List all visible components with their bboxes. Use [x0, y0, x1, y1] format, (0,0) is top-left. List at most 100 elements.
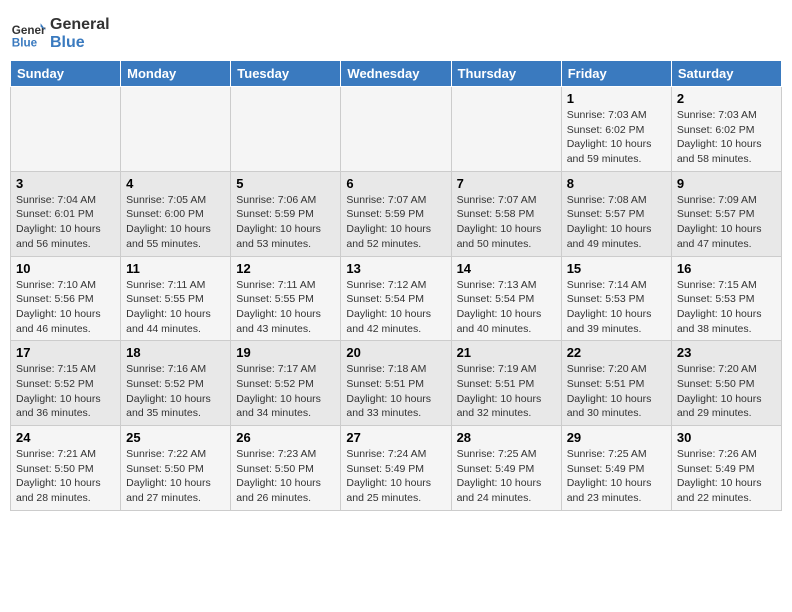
week-row-3: 10 Sunrise: 7:10 AM Sunset: 5:56 PM Dayli…	[11, 256, 782, 341]
day-info: Sunrise: 7:07 AM Sunset: 5:58 PM Dayligh…	[457, 193, 556, 252]
day-number: 12	[236, 261, 335, 276]
logo-icon: General Blue	[10, 16, 46, 52]
empty-cell	[451, 87, 561, 172]
week-row-5: 24 Sunrise: 7:21 AM Sunset: 5:50 PM Dayli…	[11, 426, 782, 511]
day-info: Sunrise: 7:04 AM Sunset: 6:01 PM Dayligh…	[16, 193, 115, 252]
day-info: Sunrise: 7:26 AM Sunset: 5:49 PM Dayligh…	[677, 447, 776, 506]
svg-text:Blue: Blue	[12, 37, 38, 50]
day-cell-24: 24 Sunrise: 7:21 AM Sunset: 5:50 PM Dayli…	[11, 426, 121, 511]
day-cell-16: 16 Sunrise: 7:15 AM Sunset: 5:53 PM Dayli…	[671, 256, 781, 341]
day-cell-6: 6Sunrise: 7:07 AM Sunset: 5:59 PM Daylig…	[341, 171, 451, 256]
day-info: Sunrise: 7:08 AM Sunset: 5:57 PM Dayligh…	[567, 193, 666, 252]
day-cell-30: 30 Sunrise: 7:26 AM Sunset: 5:49 PM Dayli…	[671, 426, 781, 511]
day-cell-7: 7 Sunrise: 7:07 AM Sunset: 5:58 PM Daylig…	[451, 171, 561, 256]
empty-cell	[121, 87, 231, 172]
day-number: 27	[346, 430, 445, 445]
day-cell-5: 5 Sunrise: 7:06 AM Sunset: 5:59 PM Daylig…	[231, 171, 341, 256]
day-info: Sunrise: 7:14 AM Sunset: 5:53 PM Dayligh…	[567, 278, 666, 337]
day-number: 18	[126, 345, 225, 360]
day-cell-23: 23 Sunrise: 7:20 AM Sunset: 5:50 PM Dayli…	[671, 341, 781, 426]
day-number: 20	[346, 345, 445, 360]
day-info: Sunrise: 7:03 AM Sunset: 6:02 PM Dayligh…	[567, 108, 666, 167]
day-number: 13	[346, 261, 445, 276]
day-cell-28: 28Sunrise: 7:25 AM Sunset: 5:49 PM Dayli…	[451, 426, 561, 511]
day-number: 16	[677, 261, 776, 276]
day-info: Sunrise: 7:10 AM Sunset: 5:56 PM Dayligh…	[16, 278, 115, 337]
day-info: Sunrise: 7:23 AM Sunset: 5:50 PM Dayligh…	[236, 447, 335, 506]
day-info: Sunrise: 7:11 AM Sunset: 5:55 PM Dayligh…	[236, 278, 335, 337]
day-cell-9: 9Sunrise: 7:09 AM Sunset: 5:57 PM Daylig…	[671, 171, 781, 256]
day-header-wednesday: Wednesday	[341, 61, 451, 87]
day-info: Sunrise: 7:06 AM Sunset: 5:59 PM Dayligh…	[236, 193, 335, 252]
day-cell-19: 19Sunrise: 7:17 AM Sunset: 5:52 PM Dayli…	[231, 341, 341, 426]
day-number: 19	[236, 345, 335, 360]
header: General Blue General Blue	[10, 10, 782, 52]
day-cell-15: 15 Sunrise: 7:14 AM Sunset: 5:53 PM Dayli…	[561, 256, 671, 341]
day-number: 7	[457, 176, 556, 191]
day-cell-3: 3 Sunrise: 7:04 AM Sunset: 6:01 PM Daylig…	[11, 171, 121, 256]
day-info: Sunrise: 7:20 AM Sunset: 5:50 PM Dayligh…	[677, 362, 776, 421]
empty-cell	[341, 87, 451, 172]
day-info: Sunrise: 7:11 AM Sunset: 5:55 PM Dayligh…	[126, 278, 225, 337]
day-number: 29	[567, 430, 666, 445]
header-row: SundayMondayTuesdayWednesdayThursdayFrid…	[11, 61, 782, 87]
day-info: Sunrise: 7:21 AM Sunset: 5:50 PM Dayligh…	[16, 447, 115, 506]
day-number: 24	[16, 430, 115, 445]
day-number: 22	[567, 345, 666, 360]
day-number: 5	[236, 176, 335, 191]
day-cell-13: 13 Sunrise: 7:12 AM Sunset: 5:54 PM Dayli…	[341, 256, 451, 341]
day-cell-21: 21 Sunrise: 7:19 AM Sunset: 5:51 PM Dayli…	[451, 341, 561, 426]
week-row-2: 3 Sunrise: 7:04 AM Sunset: 6:01 PM Daylig…	[11, 171, 782, 256]
day-cell-22: 22 Sunrise: 7:20 AM Sunset: 5:51 PM Dayli…	[561, 341, 671, 426]
day-number: 14	[457, 261, 556, 276]
day-number: 9	[677, 176, 776, 191]
day-info: Sunrise: 7:15 AM Sunset: 5:53 PM Dayligh…	[677, 278, 776, 337]
day-cell-29: 29 Sunrise: 7:25 AM Sunset: 5:49 PM Dayli…	[561, 426, 671, 511]
week-row-1: 1 Sunrise: 7:03 AM Sunset: 6:02 PM Daylig…	[11, 87, 782, 172]
day-number: 25	[126, 430, 225, 445]
day-cell-4: 4Sunrise: 7:05 AM Sunset: 6:00 PM Daylig…	[121, 171, 231, 256]
day-header-monday: Monday	[121, 61, 231, 87]
day-number: 30	[677, 430, 776, 445]
day-number: 21	[457, 345, 556, 360]
day-info: Sunrise: 7:16 AM Sunset: 5:52 PM Dayligh…	[126, 362, 225, 421]
day-header-friday: Friday	[561, 61, 671, 87]
day-cell-27: 27Sunrise: 7:24 AM Sunset: 5:49 PM Dayli…	[341, 426, 451, 511]
day-number: 3	[16, 176, 115, 191]
day-number: 11	[126, 261, 225, 276]
day-info: Sunrise: 7:22 AM Sunset: 5:50 PM Dayligh…	[126, 447, 225, 506]
day-number: 23	[677, 345, 776, 360]
day-cell-11: 11 Sunrise: 7:11 AM Sunset: 5:55 PM Dayli…	[121, 256, 231, 341]
empty-cell	[11, 87, 121, 172]
day-cell-10: 10 Sunrise: 7:10 AM Sunset: 5:56 PM Dayli…	[11, 256, 121, 341]
day-info: Sunrise: 7:25 AM Sunset: 5:49 PM Dayligh…	[567, 447, 666, 506]
day-number: 10	[16, 261, 115, 276]
day-cell-14: 14 Sunrise: 7:13 AM Sunset: 5:54 PM Dayli…	[451, 256, 561, 341]
empty-cell	[231, 87, 341, 172]
day-info: Sunrise: 7:19 AM Sunset: 5:51 PM Dayligh…	[457, 362, 556, 421]
day-number: 28	[457, 430, 556, 445]
day-header-sunday: Sunday	[11, 61, 121, 87]
day-info: Sunrise: 7:20 AM Sunset: 5:51 PM Dayligh…	[567, 362, 666, 421]
day-number: 2	[677, 91, 776, 106]
day-info: Sunrise: 7:05 AM Sunset: 6:00 PM Dayligh…	[126, 193, 225, 252]
day-number: 1	[567, 91, 666, 106]
day-header-saturday: Saturday	[671, 61, 781, 87]
calendar-table: SundayMondayTuesdayWednesdayThursdayFrid…	[10, 60, 782, 511]
week-row-4: 17Sunrise: 7:15 AM Sunset: 5:52 PM Dayli…	[11, 341, 782, 426]
day-number: 8	[567, 176, 666, 191]
day-cell-20: 20 Sunrise: 7:18 AM Sunset: 5:51 PM Dayli…	[341, 341, 451, 426]
day-info: Sunrise: 7:15 AM Sunset: 5:52 PM Dayligh…	[16, 362, 115, 421]
day-header-tuesday: Tuesday	[231, 61, 341, 87]
logo-name2: Blue	[50, 34, 110, 52]
logo-name1: General	[50, 16, 110, 34]
day-info: Sunrise: 7:12 AM Sunset: 5:54 PM Dayligh…	[346, 278, 445, 337]
day-info: Sunrise: 7:13 AM Sunset: 5:54 PM Dayligh…	[457, 278, 556, 337]
day-cell-26: 26Sunrise: 7:23 AM Sunset: 5:50 PM Dayli…	[231, 426, 341, 511]
day-info: Sunrise: 7:07 AM Sunset: 5:59 PM Dayligh…	[346, 193, 445, 252]
day-info: Sunrise: 7:18 AM Sunset: 5:51 PM Dayligh…	[346, 362, 445, 421]
day-cell-2: 2 Sunrise: 7:03 AM Sunset: 6:02 PM Daylig…	[671, 87, 781, 172]
day-header-thursday: Thursday	[451, 61, 561, 87]
day-info: Sunrise: 7:03 AM Sunset: 6:02 PM Dayligh…	[677, 108, 776, 167]
day-number: 15	[567, 261, 666, 276]
